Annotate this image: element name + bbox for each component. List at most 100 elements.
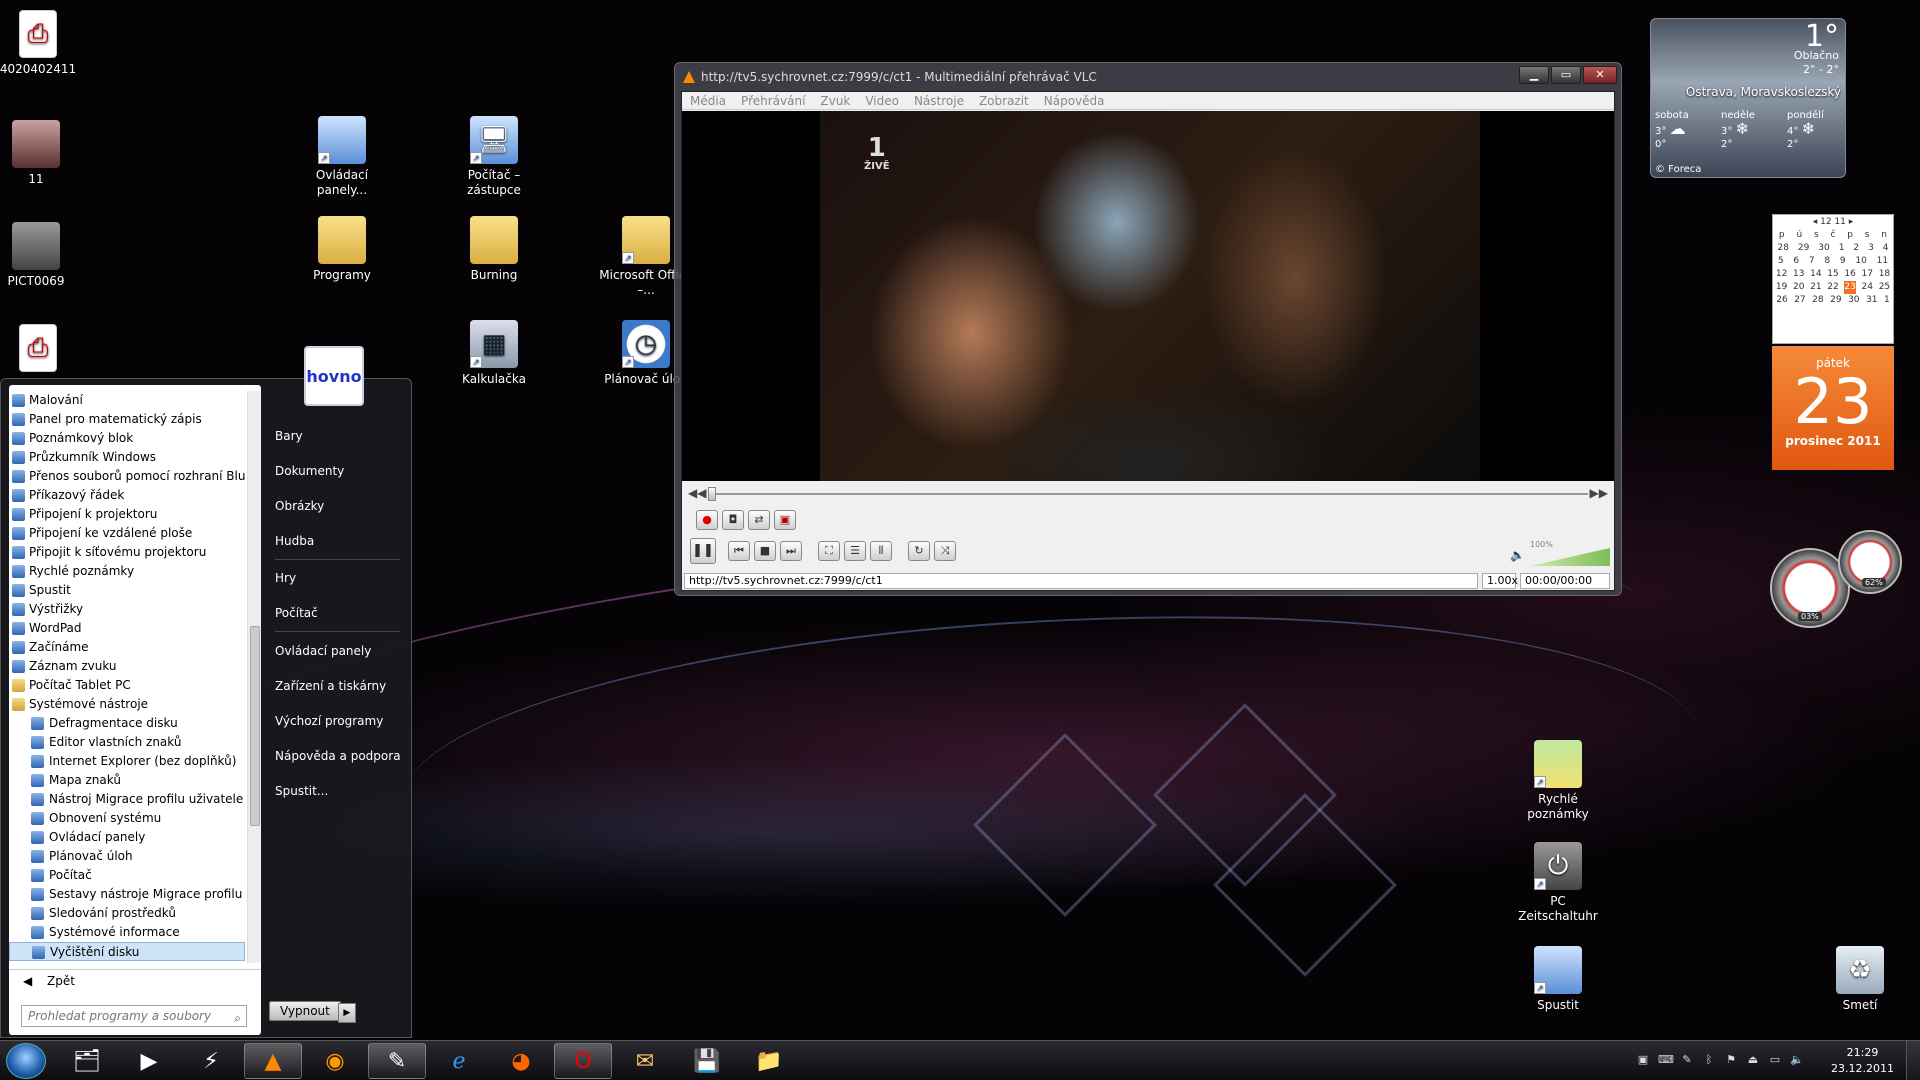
program-item[interactable]: Panel pro matematický zápis [9, 410, 245, 429]
program-item[interactable]: Začínáme [9, 638, 245, 657]
desktop-icon-pc-zeitschaltuhr[interactable]: ⏻ ↗ PC Zeitschaltuhr [1510, 842, 1606, 924]
taskbar-firefox-icon[interactable]: ◕ [492, 1043, 550, 1079]
start-item-bary[interactable]: Bary [275, 429, 303, 443]
calendar-day[interactable]: 25 [1879, 281, 1890, 294]
loop-ab-button[interactable]: ⇄ [748, 510, 770, 530]
calendar-day[interactable]: 8 [1824, 255, 1830, 268]
extended-settings-button[interactable]: ⦀ [870, 541, 892, 561]
program-item[interactable]: Sestavy nástroje Migrace profilu [9, 885, 245, 904]
seek-bar[interactable]: ◀◀ ▶▶ [682, 485, 1614, 503]
calendar-day[interactable]: 12 [1776, 268, 1787, 281]
user-picture[interactable]: hovno [304, 346, 364, 406]
calendar-day[interactable]: 17 [1862, 268, 1873, 281]
program-item[interactable]: Vyčištění disku [9, 942, 245, 961]
volume-slider[interactable] [1530, 548, 1610, 566]
calendar-day[interactable]: 10 [1855, 255, 1866, 268]
time-display[interactable]: 00:00/00:00 [1520, 573, 1610, 589]
taskbar-vlc-icon[interactable]: ▲ [244, 1043, 302, 1079]
show-desktop-button[interactable] [1906, 1041, 1920, 1080]
start-item-control-panel[interactable]: Ovládací panely [275, 644, 371, 658]
taskbar-opera-icon[interactable]: O [554, 1043, 612, 1079]
search-input[interactable]: Prohledat programy a soubory ⌕ [21, 1005, 247, 1027]
stop-button[interactable]: ■ [754, 541, 776, 561]
previous-button[interactable]: ⏮ [728, 541, 750, 561]
maximize-button[interactable]: ▭ [1551, 66, 1581, 84]
start-item-documents[interactable]: Dokumenty [275, 464, 344, 478]
program-item[interactable]: Nástroj Migrace profilu uživatele [9, 790, 245, 809]
calendar-day[interactable]: 15 [1827, 268, 1838, 281]
seek-track[interactable] [708, 493, 1588, 495]
shutdown-button[interactable]: Vypnout [269, 1001, 341, 1021]
start-item-pictures[interactable]: Obrázky [275, 499, 324, 513]
program-item[interactable]: Poznámkový blok [9, 429, 245, 448]
taskbar-ie-icon[interactable]: ℯ [430, 1043, 488, 1079]
back-button[interactable]: ◀ Zpět [9, 969, 261, 991]
desktop-icon-control-panel[interactable]: ↗ Ovládací panely... [294, 116, 390, 198]
program-item[interactable]: Počítač [9, 866, 245, 885]
start-item-devices-printers[interactable]: Zařízení a tiskárny [275, 679, 386, 693]
program-item[interactable]: Malování [9, 391, 245, 410]
desktop-icon-computer[interactable]: 🖥 ↗ Počítač – zástupce [446, 116, 542, 198]
program-item[interactable]: Systémové nástroje [9, 695, 245, 714]
shutdown-options-arrow-icon[interactable]: ▶ [337, 1003, 356, 1023]
speaker-icon[interactable]: 🔈 [1510, 548, 1525, 562]
seek-handle[interactable] [708, 487, 716, 501]
program-item[interactable]: Rychlé poznámky [9, 562, 245, 581]
next-button[interactable]: ⏭ [780, 541, 802, 561]
taskbar-folder-icon[interactable]: 📁 [740, 1043, 798, 1079]
calendar-day[interactable]: 3 [1868, 242, 1874, 255]
video-area[interactable]: 1 ŽIVĚ [682, 111, 1614, 481]
taskbar-mail-icon[interactable]: ✉ [616, 1043, 674, 1079]
taskbar-clock[interactable]: 21:29 23.12.2011 [1831, 1045, 1894, 1077]
cpu-meter-gadget[interactable]: 03% 62% [1770, 530, 1902, 630]
taskbar-save-icon[interactable]: 💾 [678, 1043, 736, 1079]
desktop-icon-sticky-notes[interactable]: ↗ Rychlé poznámky [1510, 740, 1606, 822]
program-item[interactable]: Připojit k síťovému projektoru [9, 543, 245, 562]
calendar-day[interactable]: 24 [1862, 281, 1873, 294]
minimize-button[interactable]: ▁ [1519, 66, 1549, 84]
program-item[interactable]: Připojení k projektoru [9, 505, 245, 524]
calendar-day[interactable]: 28 [1777, 242, 1788, 255]
program-item[interactable]: Spustit [9, 581, 245, 600]
desktop-icon-recycle-bin[interactable]: ♻ Smetí [1812, 946, 1908, 1013]
program-list-scrollbar[interactable] [247, 391, 261, 963]
calendar-day[interactable]: 6 [1793, 255, 1799, 268]
snapshot-button[interactable]: ◘ [722, 510, 744, 530]
weather-gadget[interactable]: 1° Oblačno 2° - 2° Ostrava, Moravskoslezs… [1650, 18, 1846, 178]
calendar-day[interactable]: 7 [1809, 255, 1815, 268]
frame-step-button[interactable]: ▣ [774, 510, 796, 530]
tray-pen-icon[interactable]: ✎ [1680, 1053, 1694, 1067]
start-button[interactable] [6, 1043, 46, 1079]
calendar-day[interactable]: 9 [1840, 255, 1846, 268]
prev-month-icon[interactable]: ◂ [1813, 217, 1820, 227]
calendar-day[interactable]: 20 [1793, 281, 1804, 294]
calendar-day[interactable]: 21 [1810, 281, 1821, 294]
desktop-icon-run[interactable]: ↗ Spustit [1510, 946, 1606, 1013]
program-item[interactable]: Systémové informace [9, 923, 245, 942]
calendar-day[interactable]: 23 [1844, 281, 1856, 294]
calendar-gadget[interactable]: ◂ 12 11 ▸ púsčpsn 28 29 30 1 2 3 4 5 6 7 8 9 10 11 12 1… [1772, 214, 1894, 470]
calendar-day[interactable]: 14 [1810, 268, 1821, 281]
desktop-icon-calculator[interactable]: ▦ ↗ Kalkulačka [446, 320, 542, 387]
menu-video[interactable]: Video [865, 94, 899, 108]
calendar-day[interactable]: 31 [1866, 294, 1877, 307]
calendar-day[interactable]: 30 [1818, 242, 1829, 255]
taskbar-edit-icon[interactable]: ✎ [368, 1043, 426, 1079]
tray-bluetooth-icon[interactable]: ᛒ [1702, 1053, 1716, 1067]
program-item[interactable]: Příkazový řádek [9, 486, 245, 505]
scrollbar-thumb[interactable] [250, 626, 260, 826]
start-item-run[interactable]: Spustit... [275, 784, 328, 798]
start-item-games[interactable]: Hry [275, 571, 296, 585]
calendar-day[interactable]: 1 [1839, 242, 1845, 255]
calendar-day[interactable]: 18 [1879, 268, 1890, 281]
menu-media[interactable]: Média [690, 94, 726, 108]
menu-tools[interactable]: Nástroje [914, 94, 964, 108]
desktop-icon-burning[interactable]: Burning [446, 216, 542, 283]
calendar-day[interactable]: 29 [1830, 294, 1841, 307]
menu-view[interactable]: Zobrazit [979, 94, 1029, 108]
program-item[interactable]: Přenos souborů pomocí rozhraní Blu [9, 467, 245, 486]
fullscreen-button[interactable]: ⛶ [818, 541, 840, 561]
record-button[interactable]: ● [696, 510, 718, 530]
start-item-computer[interactable]: Počítač [275, 606, 318, 620]
calendar-day[interactable]: 1 [1884, 294, 1890, 307]
